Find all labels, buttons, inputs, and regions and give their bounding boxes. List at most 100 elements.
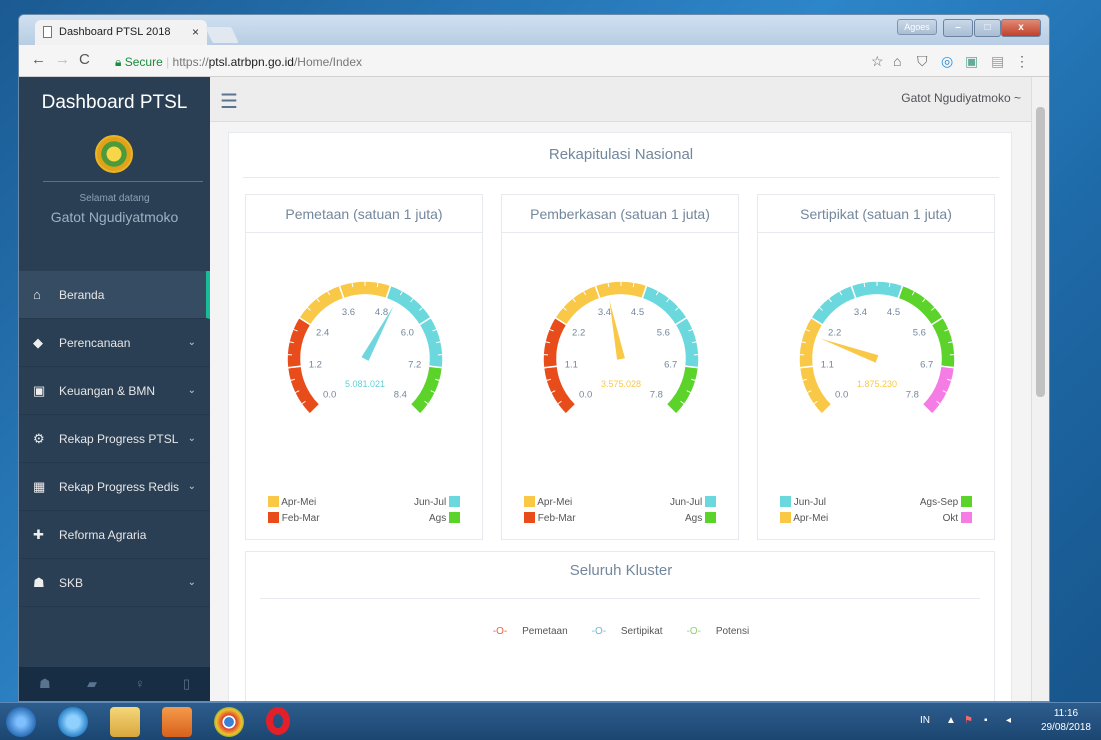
url-field[interactable]: 🔒︎ Secure | https://ptsl.atrbpn.go.id/Ho… bbox=[109, 51, 869, 73]
close-window-button[interactable]: x bbox=[1001, 19, 1041, 37]
explorer-icon[interactable] bbox=[110, 707, 140, 737]
cluster-legend-item[interactable]: -O- Sertipikat bbox=[586, 626, 669, 637]
gauge-panel: Sertipikat (satuan 1 juta) 0.0 1.1 2.2 3.4 4.… bbox=[757, 194, 995, 540]
gift-icon: ✚ bbox=[33, 527, 44, 542]
legend-label: Apr-Mei bbox=[281, 497, 317, 508]
legend-swatch bbox=[268, 512, 279, 523]
opera-icon[interactable] bbox=[266, 707, 290, 735]
forward-icon[interactable]: → bbox=[55, 51, 70, 68]
tray-arrow-icon[interactable]: ▲ bbox=[946, 715, 956, 726]
user-menu[interactable]: Gatot Ngudiyatmoko ~ bbox=[901, 91, 1021, 105]
legend-label: Ags bbox=[684, 513, 703, 524]
extension-photo-icon[interactable]: ▣ bbox=[965, 53, 978, 70]
language-indicator[interactable]: IN bbox=[920, 715, 930, 726]
sidebar-item-label: Rekap Progress Redis bbox=[59, 480, 180, 494]
legend-label: Apr-Mei bbox=[793, 513, 829, 524]
cluster-legend-item[interactable]: -O- Potensi bbox=[681, 626, 756, 637]
logout-footer-icon[interactable]: ▯ bbox=[183, 676, 190, 692]
page-icon bbox=[43, 26, 52, 38]
new-tab-button[interactable] bbox=[205, 27, 239, 43]
cogs-icon: ⚙ bbox=[33, 431, 45, 446]
settings-footer-icon[interactable]: ☗ bbox=[39, 676, 51, 692]
extension-doc-icon[interactable]: ▤ bbox=[991, 53, 1004, 70]
ie-icon[interactable] bbox=[58, 707, 88, 737]
line-marker-icon: -O- bbox=[591, 626, 607, 637]
minimize-button[interactable]: – bbox=[943, 19, 973, 37]
sidebar-user-name: Gatot Ngudiyatmoko bbox=[50, 209, 179, 225]
gauge-tick-label: 5.6 bbox=[657, 327, 670, 338]
cast-icon[interactable]: ⌂ bbox=[893, 53, 901, 69]
gauge-panel: Pemberkasan (satuan 1 juta) 0.0 1.1 2.2 3.4 4… bbox=[501, 194, 739, 540]
sidebar-item-label: Perencanaan bbox=[59, 336, 131, 350]
sidebar-item-beranda[interactable]: ⌂ Beranda bbox=[19, 271, 210, 319]
chrome-icon[interactable] bbox=[214, 707, 244, 737]
bookmark-star-icon[interactable]: ☆ bbox=[871, 53, 884, 70]
maximize-button[interactable]: □ bbox=[974, 19, 1001, 37]
gauge-band bbox=[809, 284, 857, 326]
media-icon[interactable] bbox=[162, 707, 192, 737]
diamond-icon: ◆ bbox=[33, 335, 43, 350]
browser-window: Dashboard PTSL 2018 × Agoes – □ x ← → C … bbox=[18, 14, 1050, 702]
tray-volume-icon[interactable]: ◂ bbox=[1006, 715, 1011, 726]
tab-close-icon[interactable]: × bbox=[192, 25, 199, 39]
money-icon: ▣ bbox=[33, 383, 46, 398]
vertical-scrollbar[interactable] bbox=[1031, 77, 1049, 701]
extension-shield-icon[interactable]: ⛉ bbox=[917, 53, 928, 70]
sidebar-item-keuangan-bmn[interactable]: ▣ Keuangan & BMN ⌄ bbox=[19, 367, 210, 415]
gauge-tick-label: 8.4 bbox=[394, 389, 407, 400]
sidebar-item-rekap-progress-redis[interactable]: ▦ Rekap Progress Redis ⌄ bbox=[19, 463, 210, 511]
gauge-value: 1.875.230 bbox=[857, 379, 897, 389]
sidebar-item-label: Keuangan & BMN bbox=[59, 384, 156, 398]
gauge-value: 3.575.028 bbox=[601, 379, 641, 389]
browser-menu-icon[interactable]: ⋮ bbox=[1015, 53, 1029, 70]
legend-label: Jun-Jul bbox=[669, 497, 703, 508]
gauge-tick-label: 7.8 bbox=[650, 389, 663, 400]
cluster-legend-item[interactable]: -O- Pemetaan bbox=[487, 626, 574, 637]
gauge-tick-label: 3.6 bbox=[342, 307, 355, 318]
chevron-down-icon: ⌄ bbox=[187, 481, 196, 492]
menu-toggle-icon[interactable]: ☰ bbox=[220, 89, 238, 114]
gauge-band bbox=[897, 284, 945, 326]
welcome-text: Selamat datang bbox=[79, 193, 150, 204]
gauge-legend-item: Feb-Mar bbox=[268, 512, 320, 526]
table-icon: ▦ bbox=[33, 479, 46, 494]
gauge-legend-item: Ags bbox=[685, 512, 716, 526]
cluster-legend: -O- Pemetaan -O- Sertipikat -O- Potensi bbox=[246, 626, 996, 637]
gauge-band bbox=[674, 316, 700, 369]
gauge-tick-label: 1.1 bbox=[565, 360, 578, 371]
scroll-thumb[interactable] bbox=[1036, 107, 1045, 397]
legend-label: Jun-Jul bbox=[413, 497, 447, 508]
profile-badge[interactable]: Agoes bbox=[897, 19, 937, 35]
lock-icon: 🔒︎ bbox=[115, 55, 125, 69]
secure-label: Secure bbox=[124, 55, 163, 69]
clock[interactable]: 11:16 29/08/2018 bbox=[1041, 707, 1091, 735]
tray-flag-icon[interactable]: ⚑ bbox=[964, 715, 973, 726]
browser-tab[interactable]: Dashboard PTSL 2018 × bbox=[35, 20, 207, 45]
lock-footer-icon[interactable]: ♀ bbox=[135, 676, 145, 691]
gauge-tick-label: 4.5 bbox=[631, 307, 644, 318]
legend-label: Feb-Mar bbox=[281, 513, 320, 524]
start-button[interactable] bbox=[6, 707, 36, 737]
cluster-legend-label: Pemetaan bbox=[522, 626, 568, 637]
gauge-tick-label: 6.0 bbox=[401, 327, 414, 338]
gauge-band bbox=[385, 284, 433, 326]
tray-network-icon[interactable]: ▪ bbox=[984, 715, 988, 726]
taskbar: IN ▲ ⚑ ▪ ◂ 11:16 29/08/2018 bbox=[0, 702, 1101, 740]
extension-ring-icon[interactable]: ◎ bbox=[941, 53, 953, 70]
sidebar-divider bbox=[43, 181, 203, 182]
sidebar-item-reforma-agraria[interactable]: ✚ Reforma Agraria bbox=[19, 511, 210, 559]
fullscreen-footer-icon[interactable]: ▰ bbox=[87, 676, 97, 692]
gauge-chart: 0.0 1.1 2.2 3.4 4.5 5.6 6.7 7.8 1.875.230 bbox=[798, 280, 956, 416]
sidebar: Dashboard PTSL Selamat datang Gatot Ngud… bbox=[19, 77, 210, 701]
brand-title[interactable]: Dashboard PTSL bbox=[19, 77, 210, 129]
url-scheme: https:// bbox=[172, 55, 209, 69]
sidebar-item-skb[interactable]: ☗ SKB ⌄ bbox=[19, 559, 210, 607]
back-icon[interactable]: ← bbox=[31, 51, 46, 68]
sidebar-item-rekap-progress-ptsl[interactable]: ⚙ Rekap Progress PTSL ⌄ bbox=[19, 415, 210, 463]
line-marker-icon: -O- bbox=[686, 626, 702, 637]
cluster-legend-label: Sertipikat bbox=[620, 626, 663, 637]
legend-swatch bbox=[780, 496, 791, 507]
sidebar-item-perencanaan[interactable]: ◆ Perencanaan ⌄ bbox=[19, 319, 210, 367]
reload-icon[interactable]: C bbox=[79, 51, 90, 68]
legend-swatch bbox=[449, 512, 460, 523]
